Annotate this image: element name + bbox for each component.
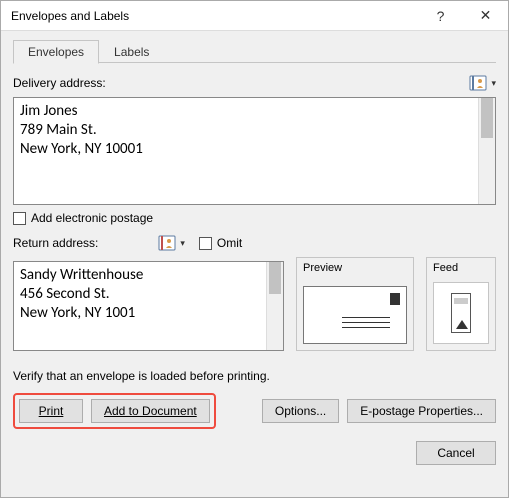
return-address-book-dropdown[interactable]: ▾ (158, 235, 185, 251)
feed-orientation-icon (451, 293, 471, 333)
envelope-preview-icon (303, 286, 407, 344)
preview-label: Preview (303, 262, 407, 274)
omit-checkbox[interactable] (199, 237, 212, 250)
return-address-label: Return address: (13, 236, 98, 250)
tab-strip: Envelopes Labels (13, 39, 496, 63)
add-to-document-button[interactable]: Add to Document (91, 399, 210, 423)
delivery-label-row: Delivery address: ▾ (13, 73, 496, 93)
feed-group[interactable]: Feed (426, 257, 496, 351)
tab-labels[interactable]: Labels (99, 40, 164, 63)
chevron-down-icon: ▾ (180, 238, 185, 249)
epostage-properties-button[interactable]: E-postage Properties... (347, 399, 496, 423)
scrollbar[interactable] (266, 262, 283, 350)
dialog-title: Envelopes and Labels (1, 9, 418, 23)
electronic-postage-row: Add electronic postage (13, 211, 496, 225)
address-book-icon (469, 75, 487, 91)
delivery-address-book-dropdown[interactable]: ▾ (469, 75, 496, 91)
envelopes-labels-dialog: Envelopes and Labels ? ✕ Envelopes Label… (0, 0, 509, 498)
address-book-icon (158, 235, 176, 251)
help-button[interactable]: ? (418, 1, 463, 31)
omit-label: Omit (217, 236, 242, 250)
annotation-highlight: Print Add to Document (13, 393, 216, 429)
electronic-postage-label: Add electronic postage (31, 211, 153, 225)
options-button[interactable]: Options... (262, 399, 339, 423)
footer-row: Cancel (13, 429, 496, 465)
print-button[interactable]: Print (19, 399, 83, 423)
electronic-postage-checkbox[interactable] (13, 212, 26, 225)
return-address-text: Sandy Writtenhouse 456 Second St. New Yo… (20, 266, 143, 322)
return-panel: Sandy Writtenhouse 456 Second St. New Yo… (13, 257, 496, 351)
chevron-down-icon: ▾ (491, 78, 496, 89)
dialog-content: Envelopes Labels Delivery address: ▾ Ji (1, 31, 508, 497)
scrollbar[interactable] (478, 98, 495, 204)
delivery-address-text: Jim Jones 789 Main St. New York, NY 1000… (20, 102, 143, 158)
action-button-row: Print Add to Document Options... E-posta… (13, 393, 496, 429)
preview-group[interactable]: Preview (296, 257, 414, 351)
titlebar: Envelopes and Labels ? ✕ (1, 1, 508, 31)
feed-label: Feed (433, 262, 489, 274)
close-button[interactable]: ✕ (463, 1, 508, 31)
return-address-input[interactable]: Sandy Writtenhouse 456 Second St. New Yo… (13, 261, 284, 351)
verify-text: Verify that an envelope is loaded before… (13, 369, 496, 383)
delivery-address-input[interactable]: Jim Jones 789 Main St. New York, NY 1000… (13, 97, 496, 205)
tab-envelopes[interactable]: Envelopes (13, 40, 99, 64)
delivery-address-label: Delivery address: (13, 76, 106, 90)
cancel-button[interactable]: Cancel (416, 441, 496, 465)
return-label-row: Return address: ▾ Omit (13, 233, 496, 253)
